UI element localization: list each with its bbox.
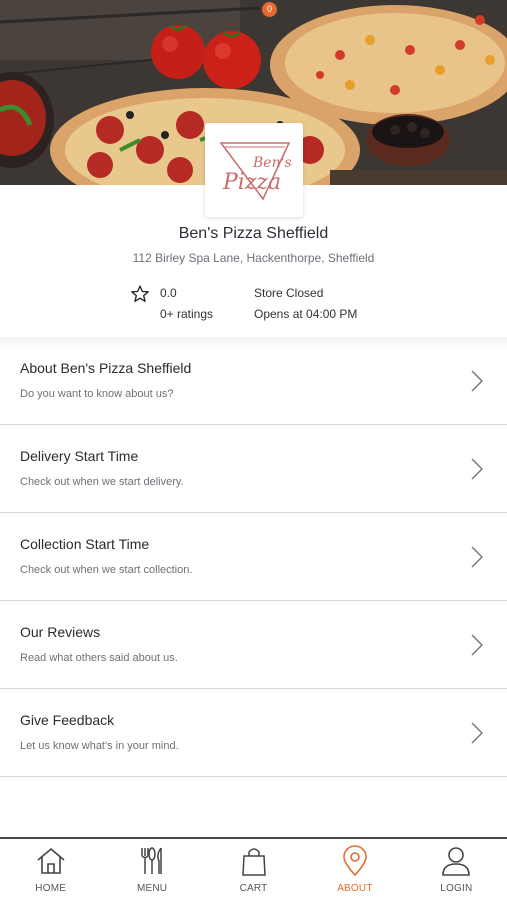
store-address: 112 Birley Spa Lane, Hackenthorpe, Sheff… [132,251,375,265]
menu-item-about[interactable]: About Ben's Pizza Sheffield Do you want … [0,337,507,425]
store-name: Ben's Pizza Sheffield [178,225,329,242]
menu-item-our-reviews[interactable]: Our Reviews Read what others said about … [0,601,507,689]
nav-cart-label: CART [239,883,268,894]
menu-item-delivery-start-time[interactable]: Delivery Start Time Check out when we st… [0,425,507,513]
menu-item-give-feedback[interactable]: Give Feedback Let us know what's in your… [0,689,507,777]
rating-count: 0+ ratings [160,307,214,321]
pizza-slice-logo-icon: Ben's Pizza [219,142,292,201]
cutlery-icon [141,847,162,874]
logo-text-bottom: Pizza [222,170,281,195]
nav-menu-label: MENU [136,883,168,894]
menu-item-title: Our Reviews [20,624,101,640]
home-icon [37,847,65,874]
menu-item-subtitle: Read what others said about us. [20,652,178,664]
nav-login-label: LOGIN [440,883,473,894]
menu-item-title: About Ben's Pizza Sheffield [20,360,192,376]
nav-about-label: ABOUT [337,883,373,894]
shopping-bag-icon [241,848,266,876]
star-icon [131,285,149,302]
chevron-right-icon [471,546,483,568]
about-menu-list: About Ben's Pizza Sheffield Do you want … [0,337,507,777]
nav-login[interactable]: LOGIN [406,839,507,900]
menu-item-subtitle: Do you want to know about us? [20,388,174,400]
chevron-right-icon [471,722,483,744]
store-status: Store Closed [254,286,324,300]
chevron-right-icon [471,458,483,480]
store-opening-time: Opens at 04:00 PM [254,307,358,321]
logo-text-top: Ben's [252,155,292,171]
menu-item-title: Collection Start Time [20,536,150,552]
nav-menu[interactable]: MENU [101,839,202,900]
menu-item-collection-start-time[interactable]: Collection Start Time Check out when we … [0,513,507,601]
menu-item-subtitle: Let us know what's in your mind. [20,740,179,752]
nav-home[interactable]: HOME [0,839,101,900]
store-logo: Ben's Pizza [205,123,303,217]
nav-about[interactable]: ABOUT [304,839,405,900]
menu-item-title: Delivery Start Time [20,448,139,464]
nav-home-label: HOME [35,883,67,894]
menu-item-subtitle: Check out when we start delivery. [20,476,184,488]
user-icon [442,847,471,876]
location-pin-icon [343,845,367,877]
rating-value: 0.0 [160,286,177,300]
chevron-right-icon [471,634,483,656]
bottom-navigation: HOME MENU CART ABOUT LOGIN [0,837,507,900]
nav-cart[interactable]: CART [203,839,304,900]
menu-item-subtitle: Check out when we start collection. [20,564,193,576]
store-stats: 0.0 0+ ratings Store Closed Opens at 04:… [0,281,507,329]
cart-count-badge: 0 [262,2,277,17]
menu-item-title: Give Feedback [20,712,115,728]
chevron-right-icon [471,370,483,392]
